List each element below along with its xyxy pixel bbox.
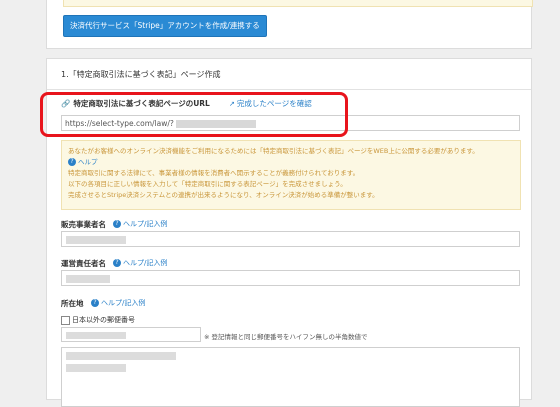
redacted-value	[66, 332, 126, 339]
manager-label: 運営責任者名	[61, 259, 106, 268]
seller-label: 販売事業者名	[61, 220, 106, 229]
info-line-2: 特定商取引に関する法律にて、事業者様の情報を消費者へ開示することが義務付けられて…	[68, 169, 360, 177]
address-label: 所在地	[61, 299, 84, 308]
info-help-row: ? ヘルプ	[68, 157, 514, 168]
help-icon: ?	[113, 220, 121, 228]
redacted-value	[66, 236, 126, 244]
seller-input[interactable]	[61, 231, 520, 247]
help-icon: ?	[68, 158, 76, 166]
checkbox[interactable]	[61, 315, 70, 325]
postal-code-input[interactable]	[61, 327, 201, 342]
help-icon: ?	[113, 259, 121, 267]
section-title: 1.「特定商取引法に基づく表記」ページ作成	[61, 70, 221, 79]
overseas-postal-check[interactable]: 日本以外の郵便番号	[61, 315, 135, 325]
info-line-3: 以下の各項目に正しい情報を入力して「特定商取引に関する表記ページ」を完成させまし…	[68, 180, 347, 188]
redacted-value	[66, 352, 176, 360]
info-line-1: あなたがお客様へのオンライン決済機能をご利用になるためには「特定商取引法に基づく…	[68, 147, 479, 155]
info-notice: あなたがお客様へのオンライン決済機能をご利用になるためには「特定商取引法に基づく…	[61, 140, 521, 210]
panel-header: 1.「特定商取引法に基づく表記」ページ作成	[47, 59, 531, 90]
redacted-value	[66, 275, 110, 283]
address-textarea[interactable]	[61, 347, 520, 407]
redacted-value	[66, 364, 126, 372]
url-highlight-box	[40, 92, 348, 137]
postal-note: ※ 登記情報と同じ郵便番号をハイフン無しの半角数値で	[204, 333, 368, 341]
stripe-connect-button[interactable]: 決済代行サービス「Stripe」アカウントを作成/連携する	[63, 15, 267, 37]
seller-help-link[interactable]: ? ヘルプ/記入例	[113, 219, 167, 229]
info-help-link[interactable]: ヘルプ	[78, 158, 98, 166]
manager-help-link[interactable]: ? ヘルプ/記入例	[113, 258, 167, 268]
help-icon: ?	[91, 299, 99, 307]
info-line-4: 完成させるとStripe決済システムとの連携が出来るようになり、オンライン決済が…	[68, 191, 379, 199]
notice-strip	[63, 0, 533, 7]
top-panel: 決済代行サービス「Stripe」アカウントを作成/連携する	[46, 0, 533, 49]
manager-input[interactable]	[61, 270, 520, 286]
address-help-link[interactable]: ? ヘルプ/記入例	[91, 298, 145, 308]
